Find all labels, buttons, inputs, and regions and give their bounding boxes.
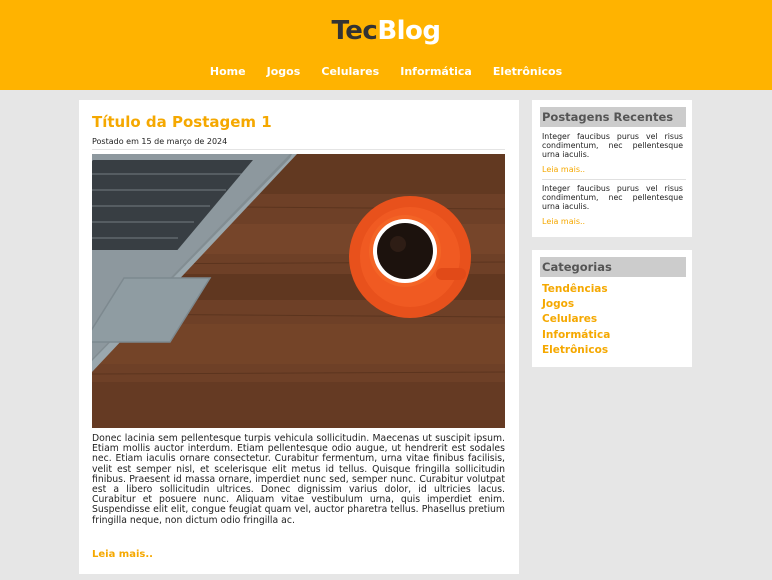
nav-informatica[interactable]: Informática xyxy=(400,65,472,78)
nav-eletronicos[interactable]: Eletrônicos xyxy=(493,65,562,78)
post-image xyxy=(92,154,505,428)
site-header: TecBlog Home Jogos Celulares Informática… xyxy=(0,0,772,90)
categories-widget: Categorias Tendências Jogos Celulares In… xyxy=(532,250,692,367)
recent-post-read-more-link[interactable]: Leia mais.. xyxy=(542,165,585,174)
category-link-jogos[interactable]: Jogos xyxy=(542,297,610,312)
post-card: Título da Postagem 1 Postado em 15 de ma… xyxy=(79,100,519,574)
logo-part-tec: Tec xyxy=(331,16,378,46)
category-link-celulares[interactable]: Celulares xyxy=(542,312,610,327)
site-logo[interactable]: TecBlog xyxy=(0,16,772,46)
main-nav: Home Jogos Celulares Informática Eletrôn… xyxy=(0,60,772,79)
post-title[interactable]: Título da Postagem 1 xyxy=(92,113,272,131)
post-body: Donec lacinia sem pellentesque turpis ve… xyxy=(92,433,505,526)
nav-home[interactable]: Home xyxy=(210,65,246,78)
post-divider xyxy=(92,149,505,150)
recent-posts-widget: Postagens Recentes Integer faucibus puru… xyxy=(532,100,692,237)
post-read-more-link[interactable]: Leia mais.. xyxy=(92,549,153,560)
recent-posts-title: Postagens Recentes xyxy=(540,107,686,127)
nav-celulares[interactable]: Celulares xyxy=(321,65,379,78)
recent-post-divider xyxy=(542,179,686,180)
recent-post-excerpt: Integer faucibus purus vel risus condime… xyxy=(542,132,683,159)
logo-part-blog: Blog xyxy=(377,16,441,46)
categories-title: Categorias xyxy=(540,257,686,277)
recent-post-read-more-link[interactable]: Leia mais.. xyxy=(542,217,585,226)
category-list: Tendências Jogos Celulares Informática E… xyxy=(542,282,610,358)
nav-jogos[interactable]: Jogos xyxy=(267,65,301,78)
post-date: Postado em 15 de março de 2024 xyxy=(92,137,228,146)
recent-post-excerpt: Integer faucibus purus vel risus condime… xyxy=(542,184,683,211)
category-link-informatica[interactable]: Informática xyxy=(542,328,610,343)
category-link-eletronicos[interactable]: Eletrônicos xyxy=(542,343,610,358)
category-link-tendencias[interactable]: Tendências xyxy=(542,282,610,297)
